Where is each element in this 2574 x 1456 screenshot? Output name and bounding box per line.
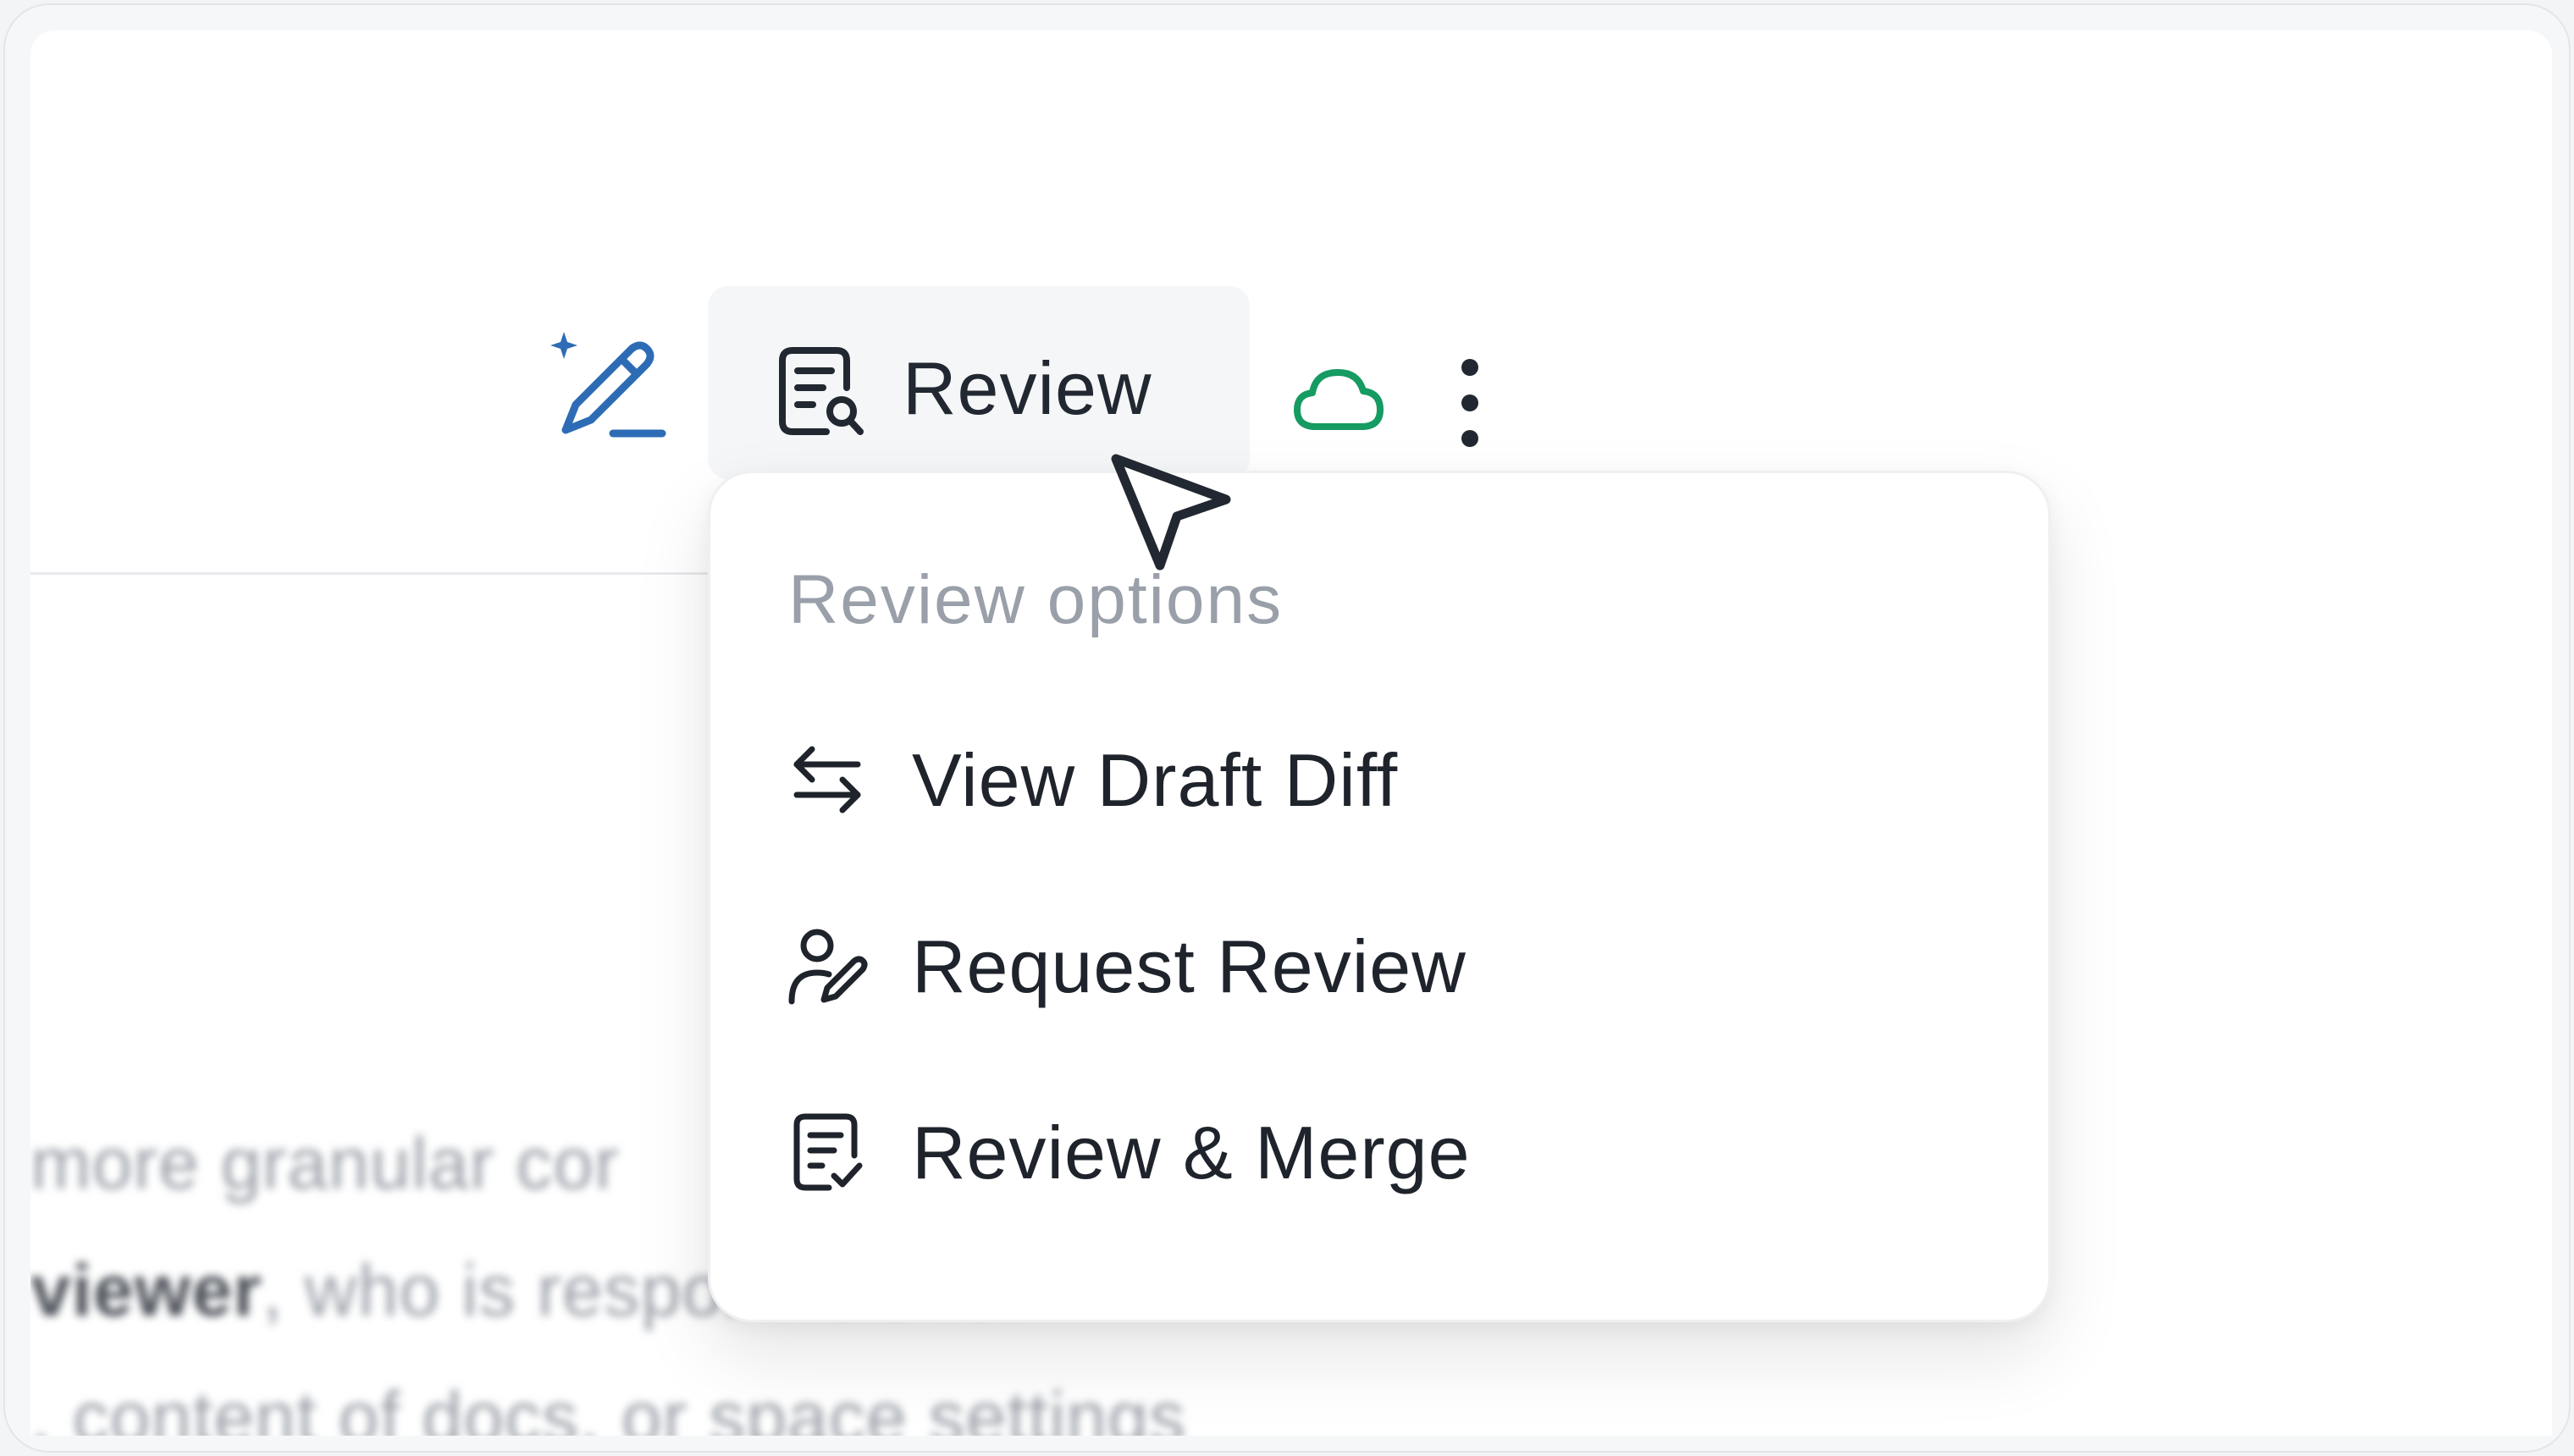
review-button-label: Review bbox=[903, 346, 1152, 430]
review-options-menu: Review options View Draft Diff Request R… bbox=[708, 471, 2051, 1322]
editor-canvas: more granular cor viewer, who is respons… bbox=[30, 30, 2552, 1436]
menu-item-request-review[interactable]: Request Review bbox=[761, 896, 1980, 1032]
menu-item-view-draft-diff[interactable]: View Draft Diff bbox=[761, 710, 1980, 846]
document-search-icon bbox=[779, 347, 864, 435]
user-edit-icon bbox=[788, 929, 868, 1005]
menu-item-label: Request Review bbox=[912, 924, 1467, 1008]
mouse-pointer-icon bbox=[1111, 454, 1231, 571]
document-text-line: , content of docs, or space settings bbox=[30, 1377, 1186, 1436]
toolbar-divider bbox=[30, 572, 725, 575]
ai-edit-pencil-icon[interactable] bbox=[549, 327, 667, 445]
cloud-icon[interactable] bbox=[1292, 366, 1385, 433]
arrows-swap-icon bbox=[793, 746, 861, 813]
document-text-line: more granular cor bbox=[30, 1123, 620, 1205]
window-frame: more granular cor viewer, who is respons… bbox=[3, 3, 2571, 1453]
more-vertical-icon[interactable] bbox=[1453, 352, 1487, 454]
menu-item-label: Review & Merge bbox=[912, 1111, 1471, 1194]
menu-item-review-merge[interactable]: Review & Merge bbox=[761, 1083, 1980, 1218]
document-check-icon bbox=[793, 1113, 863, 1191]
menu-item-label: View Draft Diff bbox=[912, 738, 1399, 822]
